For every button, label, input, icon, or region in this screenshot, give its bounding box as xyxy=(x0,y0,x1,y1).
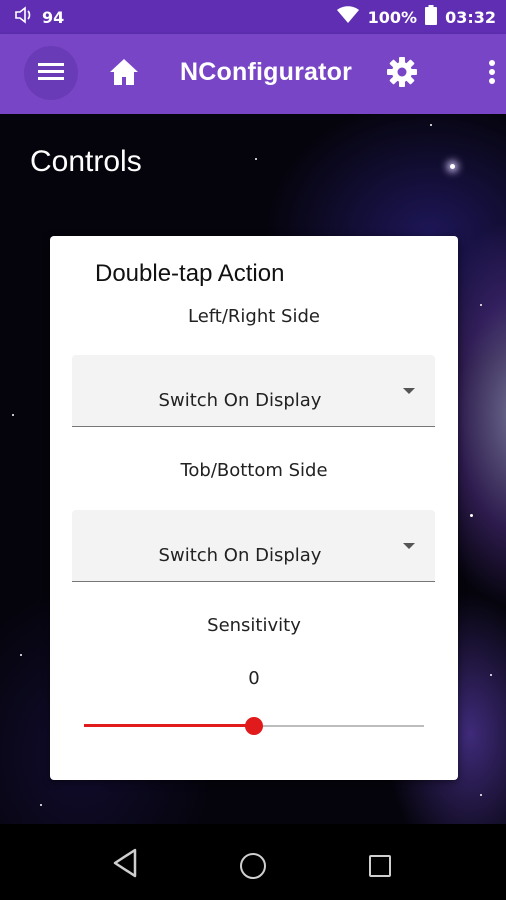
screen: 94 100% 03:32 NConfigurator Controls Dou… xyxy=(0,0,506,900)
star xyxy=(450,164,455,169)
menu-icon xyxy=(38,61,64,85)
left-right-select[interactable]: Switch On Display xyxy=(72,355,435,427)
battery-icon xyxy=(425,5,438,29)
gear-icon xyxy=(386,56,418,92)
status-left: 94 xyxy=(14,6,64,28)
sensitivity-label: Sensitivity xyxy=(207,615,301,636)
settings-button[interactable] xyxy=(384,56,420,92)
slider-track-fill xyxy=(84,724,254,727)
page-title: Controls xyxy=(30,145,142,178)
star xyxy=(480,304,482,306)
back-button[interactable] xyxy=(112,848,138,882)
system-nav-bar xyxy=(0,824,506,900)
star xyxy=(490,674,492,676)
star xyxy=(40,804,42,806)
top-bottom-value: Switch On Display xyxy=(158,545,322,566)
more-vert-icon xyxy=(488,59,496,89)
star xyxy=(20,654,22,656)
wifi-icon xyxy=(336,6,360,28)
double-tap-card: Double-tap Action Left/Right Side Switch… xyxy=(50,236,458,780)
overflow-menu-button[interactable] xyxy=(478,56,506,92)
dropdown-arrow-icon xyxy=(403,543,415,549)
app-title: NConfigurator xyxy=(180,58,353,86)
star xyxy=(470,514,473,517)
home-icon xyxy=(109,58,139,90)
left-right-label: Left/Right Side xyxy=(188,306,320,327)
sensitivity-slider[interactable] xyxy=(84,714,424,738)
star xyxy=(480,794,482,796)
app-bar: NConfigurator xyxy=(0,34,506,114)
status-bar: 94 100% 03:32 xyxy=(0,0,506,34)
clock: 03:32 xyxy=(445,7,496,27)
top-bottom-select[interactable]: Switch On Display xyxy=(72,510,435,582)
star xyxy=(255,158,257,160)
recents-icon[interactable] xyxy=(369,855,391,877)
volume-icon xyxy=(14,6,34,28)
menu-button[interactable] xyxy=(24,46,78,100)
home-button[interactable] xyxy=(106,58,142,90)
battery-percent: 100% xyxy=(367,7,418,27)
dropdown-arrow-icon xyxy=(403,388,415,394)
slider-thumb[interactable] xyxy=(245,717,263,735)
top-bottom-label: Tob/Bottom Side xyxy=(180,460,328,481)
back-icon xyxy=(112,848,138,882)
home-circle-icon[interactable] xyxy=(240,853,266,879)
star xyxy=(12,414,14,416)
volume-level: 94 xyxy=(42,7,65,27)
card-title: Double-tap Action xyxy=(95,260,285,287)
sensitivity-value: 0 xyxy=(248,668,260,689)
left-right-value: Switch On Display xyxy=(158,390,322,411)
star xyxy=(430,124,432,126)
status-right: 100% 03:32 xyxy=(336,5,496,29)
